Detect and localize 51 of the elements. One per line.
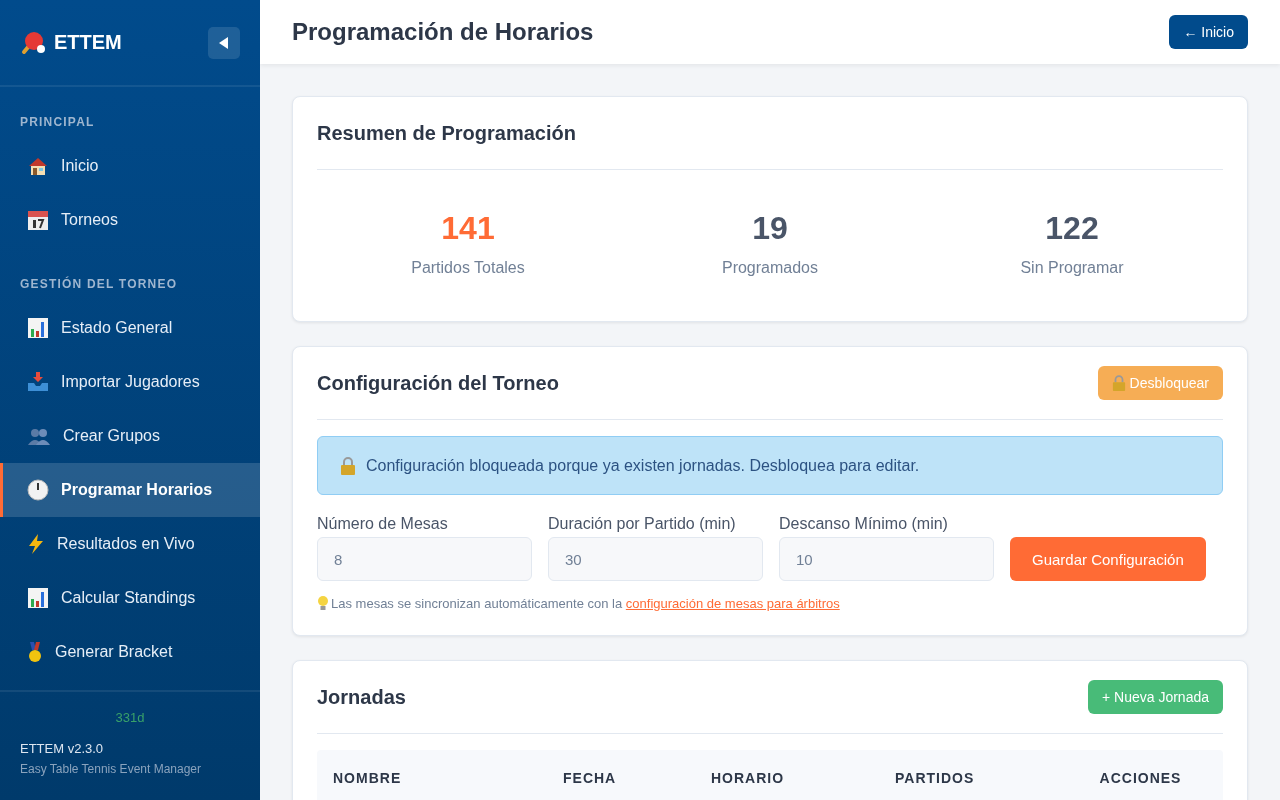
field-label: Duración por Partido (min)	[548, 515, 737, 533]
sidebar-item[interactable]: Inicio	[0, 139, 260, 193]
bar-chart-icon	[27, 317, 49, 339]
stat-value: 122	[1045, 210, 1099, 247]
padlock-icon	[340, 456, 356, 475]
stat-value: 19	[752, 210, 788, 247]
sidebar-item[interactable]: Importar Jugadores	[0, 355, 260, 409]
days-counter: 331d	[115, 710, 145, 725]
column-header: NOMBRE	[332, 770, 403, 786]
brand-name: ETTEM	[54, 31, 122, 54]
card-title: Configuración del Torneo	[317, 371, 559, 395]
sidebar-item[interactable]: Crear Grupos	[0, 409, 260, 463]
people-icon	[27, 426, 51, 446]
stat-label: Partidos Totales	[411, 259, 525, 277]
lightbulb-icon	[317, 595, 329, 611]
calendar-icon	[27, 209, 49, 231]
sidebar-item[interactable]: Programar Horarios	[0, 463, 260, 517]
sidebar-item[interactable]: Calcular Standings	[0, 571, 260, 625]
sidebar-item[interactable]: Generar Bracket	[0, 625, 260, 679]
column-header: HORARIO	[710, 770, 786, 786]
padlock-icon	[1111, 375, 1126, 391]
paddle-icon	[20, 30, 46, 55]
sidebar-item[interactable]: Torneos	[0, 193, 260, 247]
lightning-icon	[27, 533, 45, 555]
card-title: Resumen de Programación	[317, 121, 576, 145]
medal-icon	[27, 641, 43, 663]
section-heading: PRINCIPAL	[19, 114, 96, 131]
home-button[interactable]: ← Inicio	[1169, 15, 1248, 49]
column-header: ACCIONES	[1098, 770, 1183, 786]
stat-label: Programados	[721, 259, 818, 277]
card-title: Jornadas	[317, 685, 406, 709]
collapse-button[interactable]	[208, 26, 240, 59]
stat-value: 141	[441, 210, 495, 247]
inbox-tray-icon	[27, 371, 49, 393]
app-subtitle: Easy Table Tennis Event Manager	[20, 762, 202, 776]
bar-chart-icon	[27, 587, 49, 609]
version-text: ETTEM v2.3.0	[20, 741, 105, 756]
field-label: Descanso Mínimo (min)	[779, 515, 949, 533]
caret-icon	[219, 36, 229, 49]
column-header: PARTIDOS	[894, 770, 976, 786]
alert-text: Configuración bloqueada porque ya existen jornadas. Desbloquea para editar.	[366, 456, 920, 475]
house-icon	[27, 156, 49, 176]
page-title: Programación de Horarios	[292, 18, 594, 46]
column-header: FECHA	[562, 770, 618, 786]
sidebar-item[interactable]: Estado General	[0, 301, 260, 355]
sidebar-item[interactable]: Resultados en Vivo	[0, 517, 260, 571]
field-label: Número de Mesas	[317, 515, 449, 533]
stat-label: Sin Programar	[1020, 259, 1124, 277]
section-heading: GESTIÓN DEL TORNEO	[19, 275, 179, 293]
clock-icon	[27, 479, 49, 501]
hint-text: Las mesas se sincronizan automáticamente con la configuración de mesas para árbitros	[331, 595, 840, 611]
